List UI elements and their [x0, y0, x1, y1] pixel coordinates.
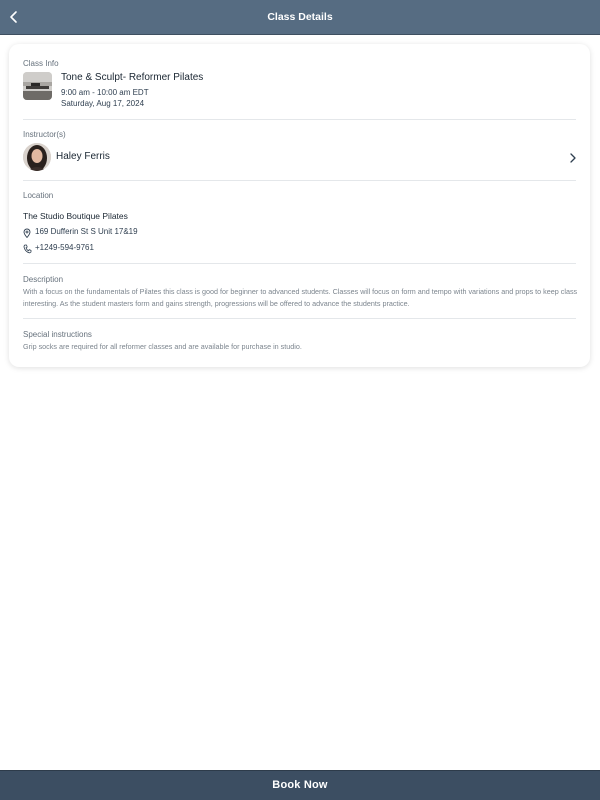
- book-now-label: Book Now: [272, 779, 328, 791]
- address-text: 169 Dufferin St S Unit 17&19: [35, 227, 138, 236]
- book-now-button[interactable]: Book Now: [0, 770, 600, 800]
- divider: [23, 263, 576, 264]
- class-details-card: Class Info Tone & Sculpt- Reformer Pilat…: [9, 44, 590, 367]
- avatar: [23, 143, 51, 171]
- location-label: Location: [23, 191, 54, 200]
- divider: [23, 119, 576, 120]
- class-time: 9:00 am - 10:00 am EDT: [61, 88, 149, 97]
- class-info-label: Class Info: [23, 59, 59, 68]
- description-label: Description: [23, 275, 64, 284]
- studio-name: The Studio Boutique Pilates: [23, 211, 128, 221]
- phone-text: +1249-594-9761: [35, 243, 94, 252]
- map-pin-icon: [23, 228, 31, 238]
- top-navigation-bar: Class Details: [0, 0, 600, 35]
- divider: [23, 180, 576, 181]
- class-thumbnail: [23, 72, 52, 100]
- divider: [23, 318, 576, 319]
- special-instructions-label: Special instructions: [23, 330, 92, 339]
- instructors-label: Instructor(s): [23, 130, 66, 139]
- instructor-item[interactable]: Haley Ferris: [9, 143, 590, 173]
- chevron-right-icon: [570, 153, 576, 163]
- phone-icon: [23, 244, 32, 254]
- page-title: Class Details: [267, 11, 333, 23]
- instructor-name: Haley Ferris: [56, 151, 110, 162]
- class-name: Tone & Sculpt- Reformer Pilates: [61, 72, 204, 83]
- class-date: Saturday, Aug 17, 2024: [61, 99, 145, 108]
- description-text: With a focus on the fundamentals of Pila…: [23, 287, 578, 308]
- special-instructions-text: Grip socks are required for all reformer…: [23, 342, 302, 351]
